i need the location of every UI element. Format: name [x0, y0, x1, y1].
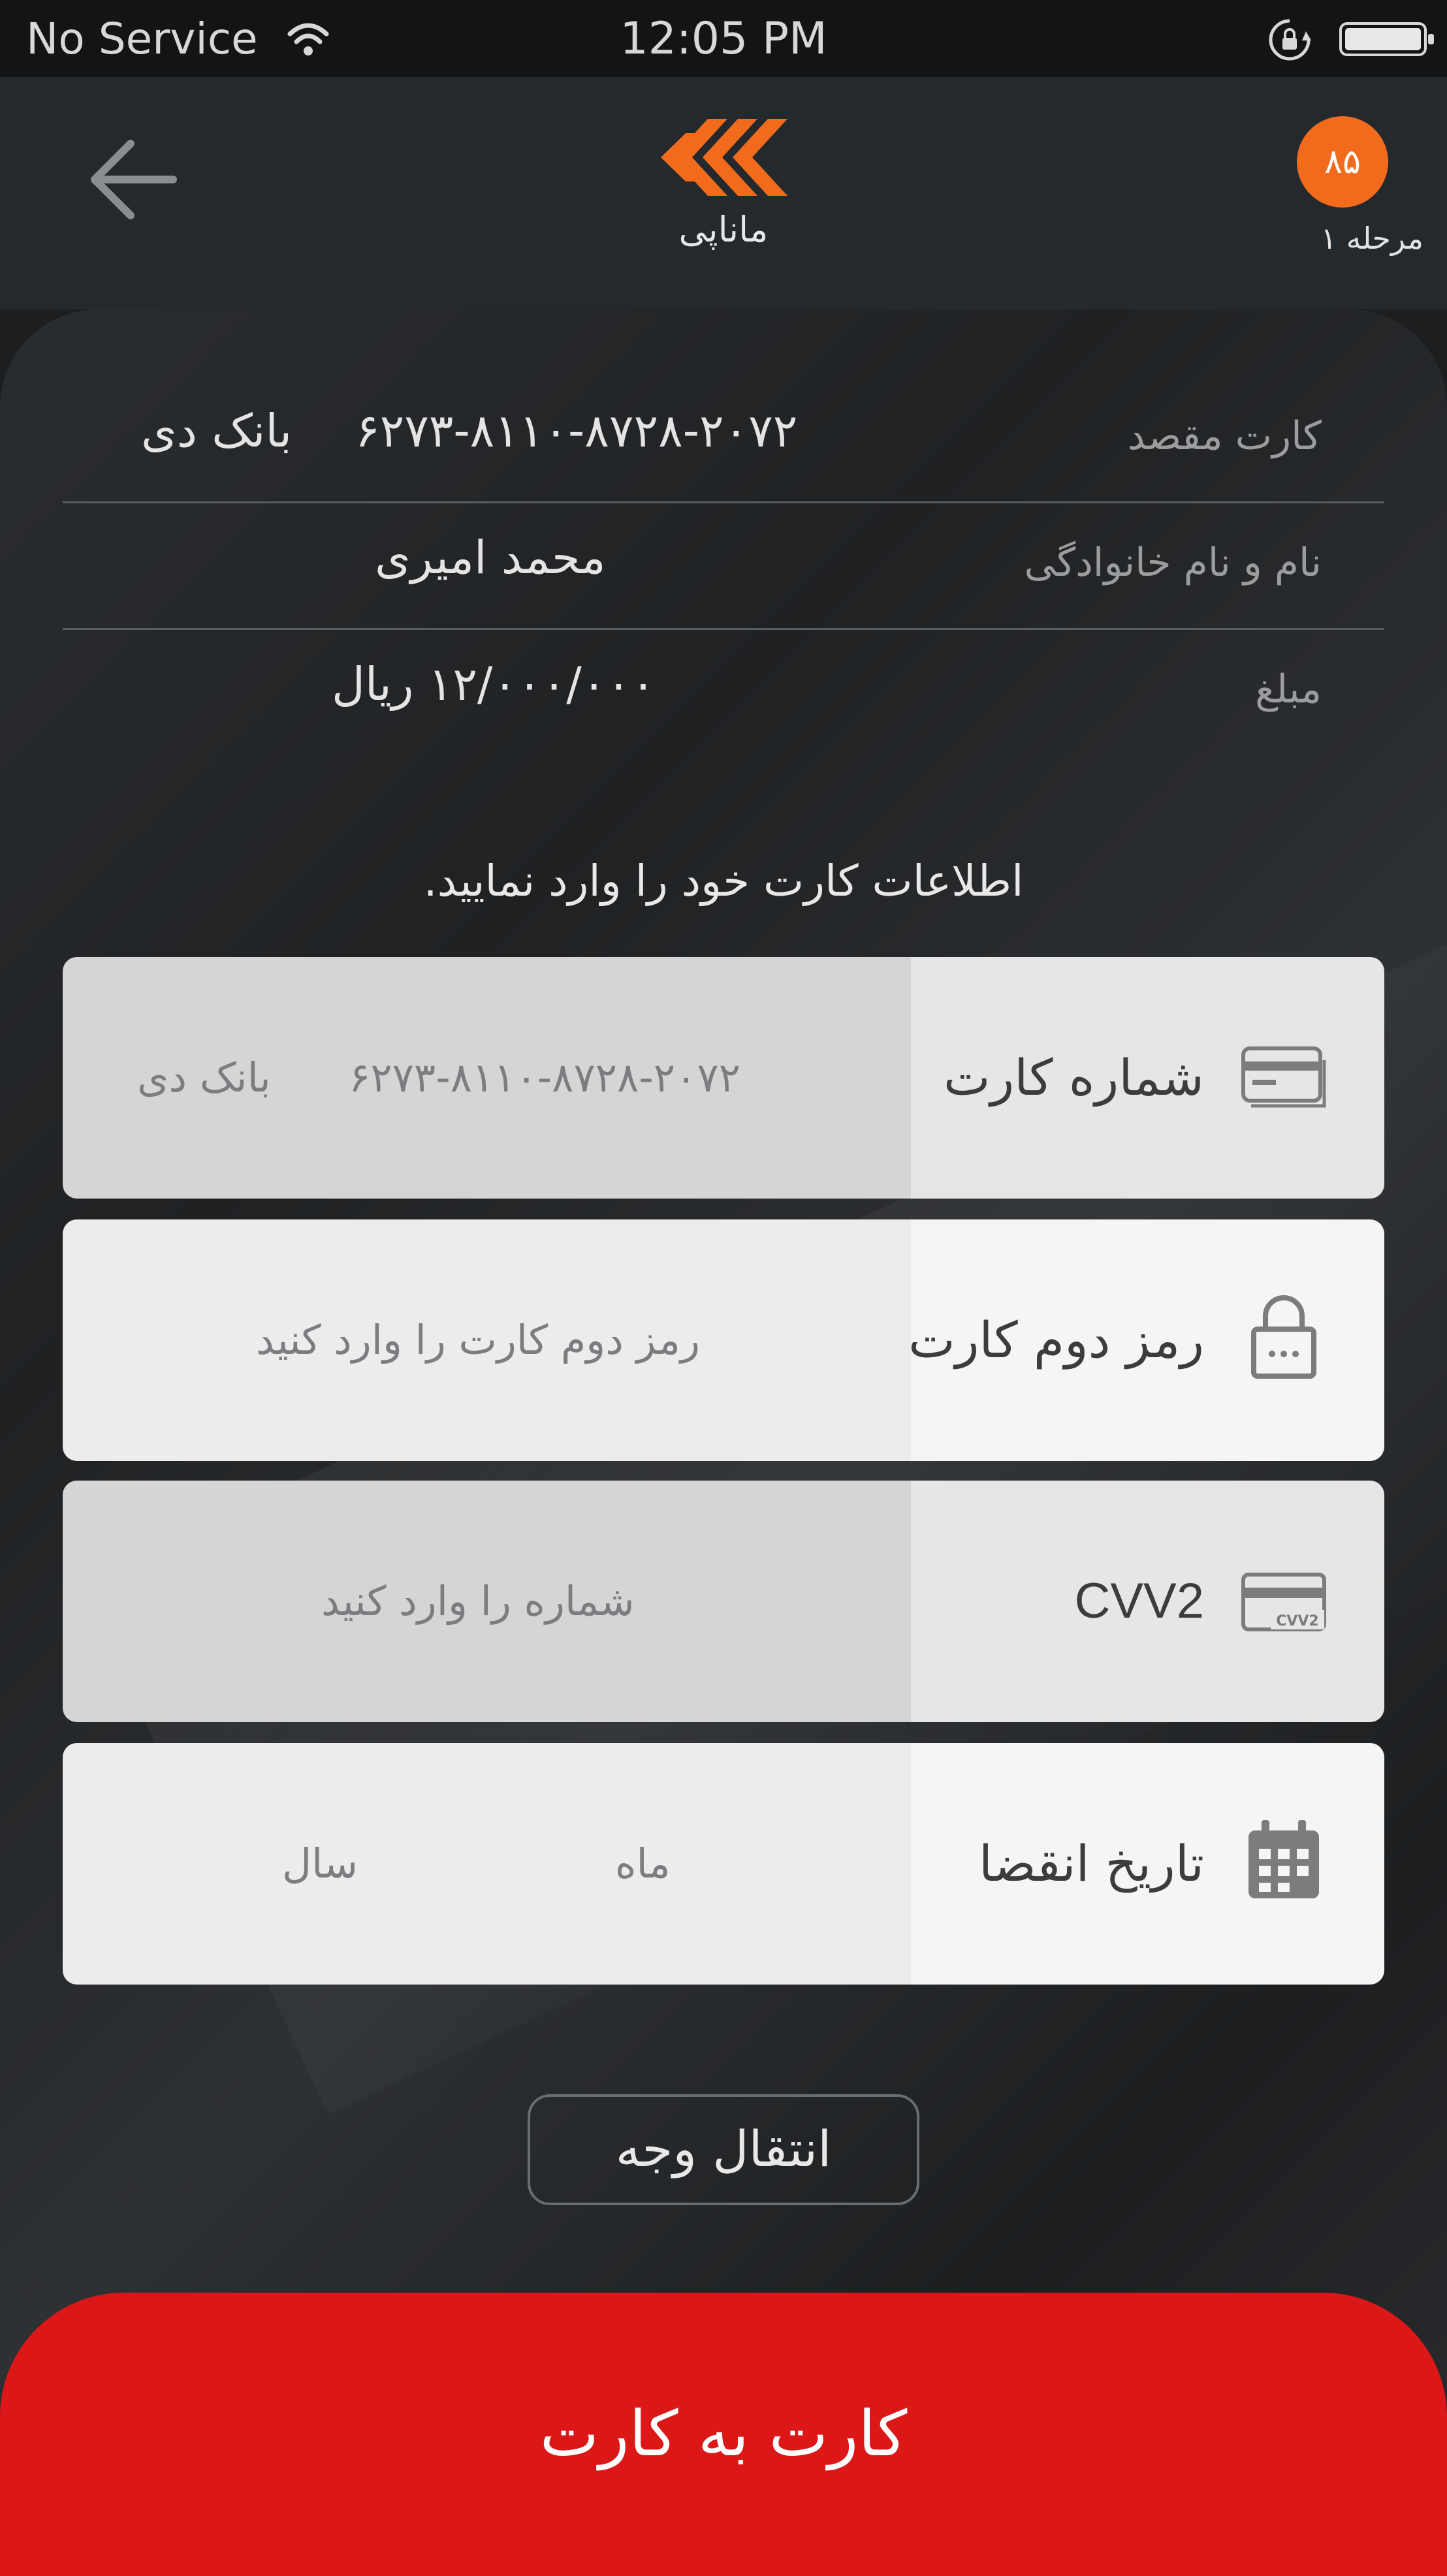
battery-icon — [1339, 22, 1434, 56]
card-to-card-label: کارت به کارت — [539, 2397, 908, 2470]
amount-value: ۱۲/۰۰۰/۰۰۰ ریال — [332, 657, 656, 711]
expiry-date-field[interactable]: تاریخ انقضا ماه سال — [63, 1743, 1384, 1985]
step-badge: ۸۵ — [1297, 116, 1388, 208]
recipient-name: محمد امیری — [375, 531, 606, 584]
arrow-left-icon[interactable] — [78, 124, 189, 235]
lock-icon — [1251, 1295, 1316, 1379]
info-label: کارت مقصد — [1127, 413, 1322, 459]
destination-card-number: ۶۲۷۳-۸۱۱۰-۸۷۲۸-۲۰۷۲ — [355, 404, 798, 458]
pin2-input[interactable]: رمز دوم کارت را وارد کنید — [256, 1219, 700, 1461]
field-label: CVV2 — [1074, 1573, 1204, 1629]
manapay-logo — [661, 119, 787, 196]
expiry-month-input[interactable]: ماه — [615, 1743, 671, 1985]
card-number-field[interactable]: شماره کارت ۶۲۷۳-۸۱۱۰-۸۷۲۸-۲۰۷۲ بانک دی — [63, 957, 1384, 1199]
amount-row: مبلغ ۱۲/۰۰۰/۰۰۰ ریال — [63, 628, 1384, 755]
info-label: نام و نام خانوادگی — [1024, 540, 1322, 586]
pin2-field[interactable]: رمز دوم کارت رمز دوم کارت را وارد کنید — [63, 1219, 1384, 1461]
svg-text:CVV2: CVV2 — [1276, 1613, 1319, 1629]
transfer-button[interactable]: انتقال وجه — [528, 2094, 919, 2205]
step-label: مرحله ۱ — [1320, 221, 1423, 256]
card-bank-name: بانک دی — [137, 1054, 271, 1101]
cvv2-input[interactable]: شماره را وارد کنید — [321, 1481, 635, 1722]
destination-bank: بانک دی — [141, 404, 293, 458]
field-label: شماره کارت — [943, 1048, 1204, 1107]
field-label: رمز دوم کارت — [908, 1311, 1204, 1369]
calendar-icon — [1248, 1820, 1319, 1898]
status-time: 12:05 PM — [620, 13, 827, 65]
rotation-lock-icon — [1269, 19, 1311, 61]
brand-name: ماناپی — [678, 209, 769, 250]
recipient-name-row: نام و نام خانوادگی محمد امیری — [63, 501, 1384, 630]
expiry-year-input[interactable]: سال — [282, 1743, 358, 1985]
instruction-text: اطلاعات کارت خود را وارد نمایید. — [423, 856, 1024, 906]
info-label: مبلغ — [1254, 667, 1322, 712]
credit-card-icon — [1241, 1046, 1326, 1108]
card-number-value: ۶۲۷۳-۸۱۱۰-۸۷۲۸-۲۰۷۲ — [349, 1054, 740, 1101]
field-label: تاریخ انقضا — [978, 1834, 1204, 1893]
cvv2-card-icon: CVV2 — [1241, 1573, 1326, 1631]
cvv2-field[interactable]: CVV2 CVV2 شماره را وارد کنید — [63, 1481, 1384, 1722]
destination-card-row: کارت مقصد ۶۲۷۳-۸۱۱۰-۸۷۲۸-۲۰۷۲ بانک دی — [63, 375, 1384, 503]
